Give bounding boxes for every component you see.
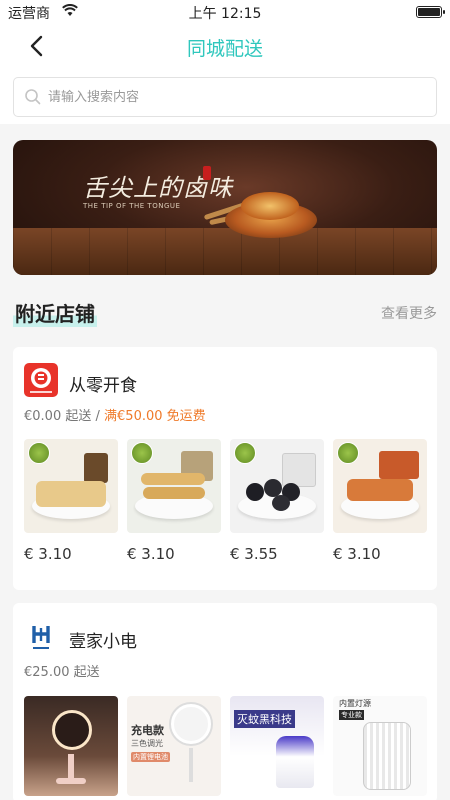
product-tag: 内置锂电池 <box>131 752 170 762</box>
min-order: €0.00 起送 <box>24 409 92 424</box>
free-shipping: 满€50.00 免运费 <box>104 409 206 424</box>
product-tag: 三色调光 <box>131 739 163 748</box>
product-tag: 内置灯源 <box>339 699 371 708</box>
banner-food-image <box>241 192 299 220</box>
store-name: 从零开食 <box>69 376 137 396</box>
store-logo-icon <box>30 368 52 393</box>
search-bar <box>0 68 450 124</box>
product-price: € 3.55 <box>230 545 278 563</box>
store-logo-icon <box>32 626 50 649</box>
section-title: 附近店铺 <box>13 298 97 327</box>
store-logo <box>24 619 58 653</box>
nearby-stores-header: 附近店铺 查看更多 <box>0 290 450 334</box>
store-name: 壹家小电 <box>69 632 137 652</box>
product-tag: 专业款 <box>339 710 364 720</box>
store-logo <box>24 363 58 397</box>
status-time: 上午 12:15 <box>188 6 262 22</box>
search-icon <box>25 89 41 105</box>
banner-table-image <box>13 228 437 275</box>
product-tag: 灭蚊黑科技 <box>234 710 295 728</box>
lamp-image <box>276 736 314 788</box>
product-image <box>24 439 118 533</box>
nav-bar: 同城配送 <box>0 24 450 68</box>
store-card[interactable]: 壹家小电 €25.00 起送 充电款 三色调光 内置锂电池 灭蚊黑科技 内置灯源… <box>13 603 437 800</box>
page-title: 同城配送 <box>186 38 263 60</box>
product-image <box>127 439 221 533</box>
product-list: 充电款 三色调光 内置锂电池 灭蚊黑科技 内置灯源 专业款 <box>24 696 434 796</box>
mirror-image <box>171 704 211 744</box>
product-price: € 3.10 <box>24 545 72 563</box>
promo-banner[interactable]: 舌尖上的卤味 THE TIP OF THE TONGUE <box>13 140 437 275</box>
product-price: € 3.10 <box>127 545 175 563</box>
product-list: € 3.10 € 3.10 € 3.55 € 3.10 <box>24 439 434 569</box>
product-item[interactable]: 灭蚊黑科技 <box>230 696 324 796</box>
store-delivery-info: €25.00 起送 <box>24 661 100 680</box>
view-more-link[interactable]: 查看更多 <box>381 303 437 323</box>
banner-seal <box>203 166 211 180</box>
product-price: € 3.10 <box>333 545 381 563</box>
device-image <box>363 722 411 790</box>
product-tag: 充电款 <box>131 724 164 737</box>
min-order: €25.00 起送 <box>24 665 100 680</box>
product-image <box>333 439 427 533</box>
product-item[interactable]: 充电款 三色调光 内置锂电池 <box>127 696 221 796</box>
product-item[interactable]: 内置灯源 专业款 <box>333 696 427 796</box>
product-item[interactable] <box>24 696 118 796</box>
status-bar: 运营商 上午 12:15 <box>0 0 450 24</box>
search-box[interactable] <box>13 77 437 117</box>
battery-icon <box>416 6 445 18</box>
store-card[interactable]: 从零开食 €0.00 起送 / 满€50.00 免运费 € 3.10 € 3.1… <box>13 347 437 590</box>
separator: / <box>95 409 100 424</box>
mirror-image <box>52 710 92 750</box>
banner-subline: THE TIP OF THE TONGUE <box>83 202 181 210</box>
product-image <box>230 439 324 533</box>
search-input[interactable] <box>48 86 418 108</box>
store-delivery-info: €0.00 起送 / 满€50.00 免运费 <box>24 405 206 424</box>
